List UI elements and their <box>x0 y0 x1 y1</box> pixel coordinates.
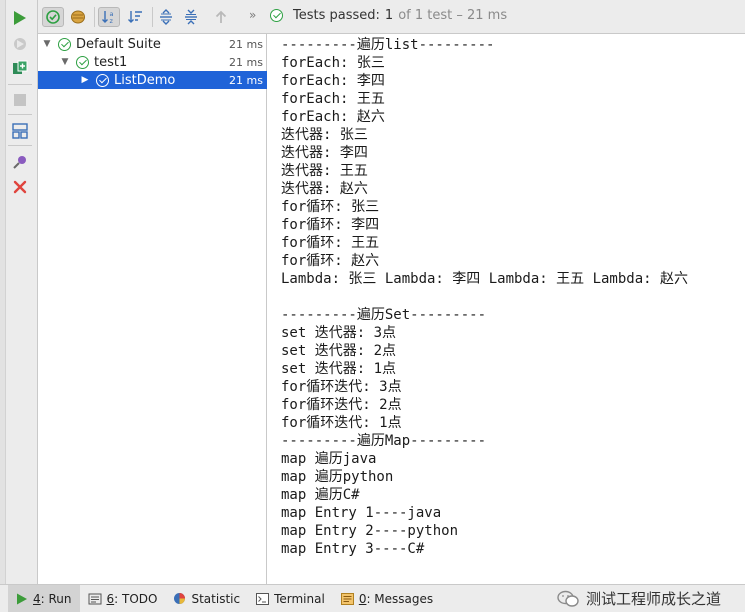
console-line: set 迭代器: 3点 <box>281 325 397 341</box>
toolbar-separator <box>8 114 32 115</box>
console-line: set 迭代器: 2点 <box>281 343 397 359</box>
console-line: for循环迭代: 3点 <box>281 379 402 395</box>
console-line: ---------遍历list--------- <box>281 37 495 53</box>
chevron-right-icon[interactable]: ▶ <box>80 75 90 85</box>
show-ignored-icon[interactable] <box>67 7 89 27</box>
test-status: Tests passed: 1 of 1 test – 21 ms <box>270 8 507 23</box>
watermark-text: 测试工程师成长之道 <box>585 590 721 608</box>
run-side-toolbar <box>0 0 38 584</box>
tab-messages[interactable]: 0: Messages <box>333 585 441 612</box>
status-summary: of 1 test – 21 ms <box>398 8 508 23</box>
console-line: 迭代器: 张三 <box>281 127 368 143</box>
console-line: 迭代器: 赵六 <box>281 181 368 197</box>
console-line: for循环: 王五 <box>281 235 380 251</box>
console-line: map 遍历python <box>281 469 394 485</box>
console-line: 迭代器: 王五 <box>281 163 368 179</box>
tab-run-label: 4: Run <box>33 592 72 606</box>
pin-icon[interactable] <box>11 153 29 171</box>
rerun-failed-icon[interactable] <box>11 35 29 53</box>
tree-item-label: ListDemo <box>114 72 176 88</box>
console-line: map Entry 1----java <box>281 505 442 521</box>
console-line: map Entry 2----python <box>281 523 459 539</box>
tool-window-edge <box>0 0 6 584</box>
passed-icon <box>58 37 71 51</box>
tab-statistic-label: Statistic <box>191 591 241 606</box>
tree-item-label: Default Suite <box>76 36 161 52</box>
toolbar-separator <box>8 145 32 146</box>
expand-all-icon[interactable] <box>155 7 177 27</box>
watermark: 测试工程师成长之道 <box>557 588 721 609</box>
sort-by-duration-icon[interactable] <box>124 7 146 27</box>
passed-icon <box>270 9 283 22</box>
console-line: ---------遍历Map--------- <box>281 433 487 449</box>
tree-item-duration: 21 ms <box>229 73 263 87</box>
toolbar-separator <box>94 7 95 27</box>
wechat-icon <box>557 590 579 607</box>
svg-text:z: z <box>110 17 114 25</box>
tree-item-duration: 21 ms <box>229 37 263 51</box>
console-line: map 遍历C# <box>281 487 360 503</box>
tab-messages-text: : Messages <box>366 591 434 606</box>
todo-icon <box>88 593 102 604</box>
console-output[interactable]: ---------遍历list--------- forEach: 张三 for… <box>268 34 745 584</box>
console-line: for循环迭代: 1点 <box>281 415 402 431</box>
console-line: for循环: 张三 <box>281 199 380 215</box>
tab-todo[interactable]: 6: TODO <box>80 585 166 612</box>
passed-icon <box>76 55 89 69</box>
tree-item-listdemo[interactable]: ▶ ListDemo 21 ms <box>38 71 267 89</box>
tab-statistic[interactable]: Statistic <box>165 585 248 612</box>
play-icon[interactable] <box>11 9 29 27</box>
chevron-more-icon[interactable]: » <box>249 8 256 22</box>
statistic-icon <box>174 593 186 604</box>
tree-item-test1[interactable]: ▼ test1 21 ms <box>38 53 267 71</box>
console-line: set 迭代器: 1点 <box>281 361 397 377</box>
sort-alphabetically-icon[interactable]: az <box>98 7 120 27</box>
toolbar-separator <box>152 7 153 27</box>
terminal-icon <box>256 592 270 605</box>
stop-icon[interactable] <box>11 91 29 109</box>
console-line: for循环: 赵六 <box>281 253 380 269</box>
tab-todo-label: 6: TODO <box>107 592 158 606</box>
console-line: ---------遍历Set--------- <box>281 307 487 323</box>
tab-run-mnemonic: 4 <box>33 591 41 606</box>
console-line: forEach: 李四 <box>281 73 385 89</box>
tab-terminal-label: Terminal <box>274 591 325 606</box>
status-passed-count: 1 <box>384 8 394 23</box>
tree-item-default-suite[interactable]: ▼ Default Suite 21 ms <box>38 35 267 53</box>
show-passed-icon[interactable] <box>42 7 64 27</box>
status-prefix: Tests passed: <box>293 8 380 23</box>
console-line: forEach: 张三 <box>281 55 385 71</box>
tree-item-duration: 21 ms <box>229 55 263 69</box>
chevron-down-icon[interactable]: ▼ <box>60 57 70 67</box>
console-line: 迭代器: 李四 <box>281 145 368 161</box>
test-tree: ▼ Default Suite 21 ms ▼ test1 21 ms ▶ Li… <box>38 34 267 584</box>
play-icon <box>17 593 27 604</box>
tab-run-text: : Run <box>40 591 72 606</box>
console-line: forEach: 王五 <box>281 91 385 107</box>
console-line: for循环: 李四 <box>281 217 380 233</box>
console-line: forEach: 赵六 <box>281 109 385 125</box>
layout-icon[interactable] <box>11 122 29 140</box>
passed-icon <box>96 73 109 87</box>
tab-terminal[interactable]: Terminal <box>248 585 333 612</box>
close-icon[interactable] <box>11 178 29 196</box>
tool-window-bar: 4: Run 6: TODO Statistic Terminal 0: Mes… <box>0 584 745 612</box>
tab-todo-text: : TODO <box>114 591 158 606</box>
console-line: Lambda: 张三 Lambda: 李四 Lambda: 王五 Lambda:… <box>281 271 689 287</box>
tab-todo-mnemonic: 6 <box>106 591 115 606</box>
collapse-all-icon[interactable] <box>180 7 202 27</box>
messages-icon <box>340 592 354 605</box>
tree-item-label: test1 <box>94 54 128 70</box>
console-line: map 遍历java <box>281 451 377 467</box>
console-line: for循环迭代: 2点 <box>281 397 402 413</box>
test-runner-toolbar: az » Tests passed: 1 of 1 test – 21 ms <box>38 0 745 34</box>
tab-run[interactable]: 4: Run <box>8 584 80 612</box>
tab-messages-label: 0: Messages <box>359 592 433 606</box>
console-line: map Entry 3----C# <box>281 541 425 557</box>
previous-failed-icon[interactable] <box>210 7 232 27</box>
toolbar-separator <box>8 84 32 85</box>
toggle-auto-test-icon[interactable] <box>11 59 29 77</box>
chevron-down-icon[interactable]: ▼ <box>42 39 52 49</box>
